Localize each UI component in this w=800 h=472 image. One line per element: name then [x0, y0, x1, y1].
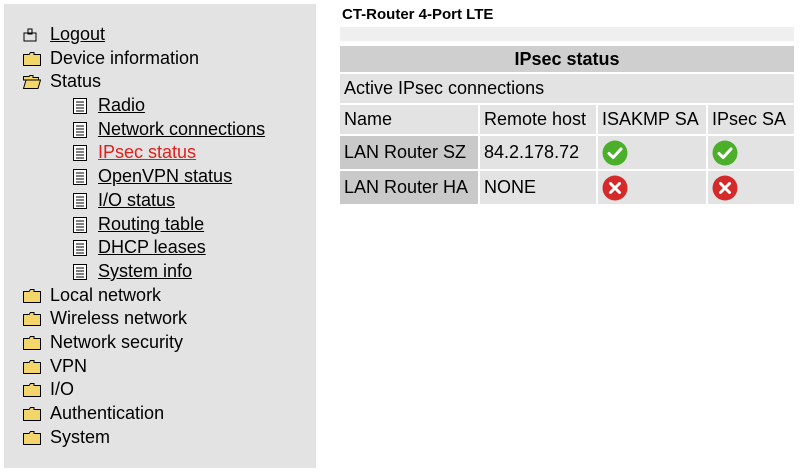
error-icon — [602, 175, 628, 200]
logout-icon — [23, 28, 37, 42]
table-row: LAN Router HA NONE — [340, 171, 794, 204]
connection-name: LAN Router SZ — [340, 136, 478, 169]
panel-subheader: Active IPsec connections — [340, 74, 794, 103]
document-icon — [73, 240, 87, 257]
sidebar-item-io[interactable]: I/O — [4, 378, 316, 402]
sidebar-item-logout[interactable]: Logout — [4, 23, 316, 47]
sidebar-item-label: VPN — [50, 355, 88, 376]
sidebar-item-openvpn-status[interactable]: OpenVPN status — [4, 165, 316, 189]
sidebar-item-io-status[interactable]: I/O status — [4, 189, 316, 213]
remote-host: 84.2.178.72 — [480, 136, 596, 169]
sidebar-item-network-security[interactable]: Network security — [4, 331, 316, 355]
sidebar-item-routing-table[interactable]: Routing table — [4, 213, 316, 237]
panel-header: IPsec status — [340, 46, 794, 72]
page-title: CT-Router 4-Port LTE — [342, 6, 494, 23]
table-row: LAN Router SZ 84.2.178.72 — [340, 136, 794, 169]
openvpn-status-link[interactable]: OpenVPN status — [98, 166, 232, 186]
sidebar-item-radio[interactable]: Radio — [4, 94, 316, 118]
sidebar-item-device-information[interactable]: Device information — [4, 47, 316, 71]
sidebar-item-system-info[interactable]: System info — [4, 260, 316, 284]
sidebar-item-local-network[interactable]: Local network — [4, 284, 316, 308]
folder-icon — [23, 383, 41, 398]
sidebar-item-network-connections[interactable]: Network connections — [4, 118, 316, 142]
connection-name: LAN Router HA — [340, 171, 478, 204]
folder-icon — [23, 335, 41, 350]
sidebar-item-label: Network security — [50, 331, 184, 352]
logout-link[interactable]: Logout — [50, 24, 105, 44]
title-divider — [340, 27, 794, 41]
system-info-link[interactable]: System info — [98, 261, 192, 281]
sidebar-item-label: System — [50, 426, 111, 447]
error-icon — [712, 175, 738, 200]
column-header: IPsec SA — [708, 105, 794, 134]
table-header-row: Name Remote host ISAKMP SA IPsec SA — [340, 105, 794, 134]
sidebar-nav: Logout Device information Status Radio N… — [4, 4, 316, 468]
document-icon — [73, 216, 87, 233]
sidebar-item-vpn[interactable]: VPN — [4, 355, 316, 379]
sidebar-item-authentication[interactable]: Authentication — [4, 402, 316, 426]
sidebar-item-label: Wireless network — [50, 308, 188, 329]
document-icon — [73, 121, 87, 138]
sidebar-item-label: Authentication — [50, 403, 165, 423]
remote-host: NONE — [480, 171, 596, 204]
document-icon — [73, 98, 87, 115]
network-connections-link[interactable]: Network connections — [98, 119, 265, 139]
sidebar-item-wireless-network[interactable]: Wireless network — [4, 307, 316, 331]
ipsec-sa-cell — [708, 171, 794, 204]
sidebar-item-label: Status — [50, 71, 102, 92]
routing-table-link[interactable]: Routing table — [98, 214, 204, 234]
folder-icon — [23, 288, 41, 303]
ok-icon — [712, 140, 738, 165]
document-icon — [73, 169, 87, 186]
folder-icon — [23, 51, 41, 66]
document-icon — [73, 192, 87, 209]
ipsec-status-link[interactable]: IPsec status — [98, 142, 196, 162]
ipsec-sa-cell — [708, 136, 794, 169]
folder-icon — [23, 312, 41, 327]
folder-icon — [23, 359, 41, 374]
isakmp-sa-cell — [598, 136, 706, 169]
radio-link[interactable]: Radio — [98, 95, 145, 115]
ok-icon — [602, 140, 628, 165]
sidebar-item-system[interactable]: System — [4, 426, 316, 450]
sidebar-item-label: Local network — [50, 284, 162, 305]
column-header: ISAKMP SA — [598, 105, 706, 134]
dhcp-leases-link[interactable]: DHCP leases — [98, 237, 206, 257]
column-header: Name — [340, 105, 478, 134]
sidebar-item-label: I/O — [50, 379, 75, 400]
isakmp-sa-cell — [598, 171, 706, 204]
sidebar-item-status[interactable]: Status — [4, 70, 316, 94]
sidebar-item-dhcp-leases[interactable]: DHCP leases — [4, 236, 316, 260]
folder-icon — [23, 430, 41, 445]
document-icon — [73, 145, 87, 162]
sidebar-item-ipsec-status[interactable]: IPsec status — [4, 141, 316, 165]
open-folder-icon — [23, 75, 41, 90]
io-status-link[interactable]: I/O status — [98, 190, 175, 210]
ipsec-status-panel: IPsec status Active IPsec connections Na… — [340, 46, 794, 206]
sidebar-item-label: Device information — [50, 47, 200, 68]
document-icon — [73, 263, 87, 280]
ipsec-connections-table: Name Remote host ISAKMP SA IPsec SA LAN … — [338, 103, 796, 206]
column-header: Remote host — [480, 105, 596, 134]
folder-icon — [23, 407, 41, 421]
